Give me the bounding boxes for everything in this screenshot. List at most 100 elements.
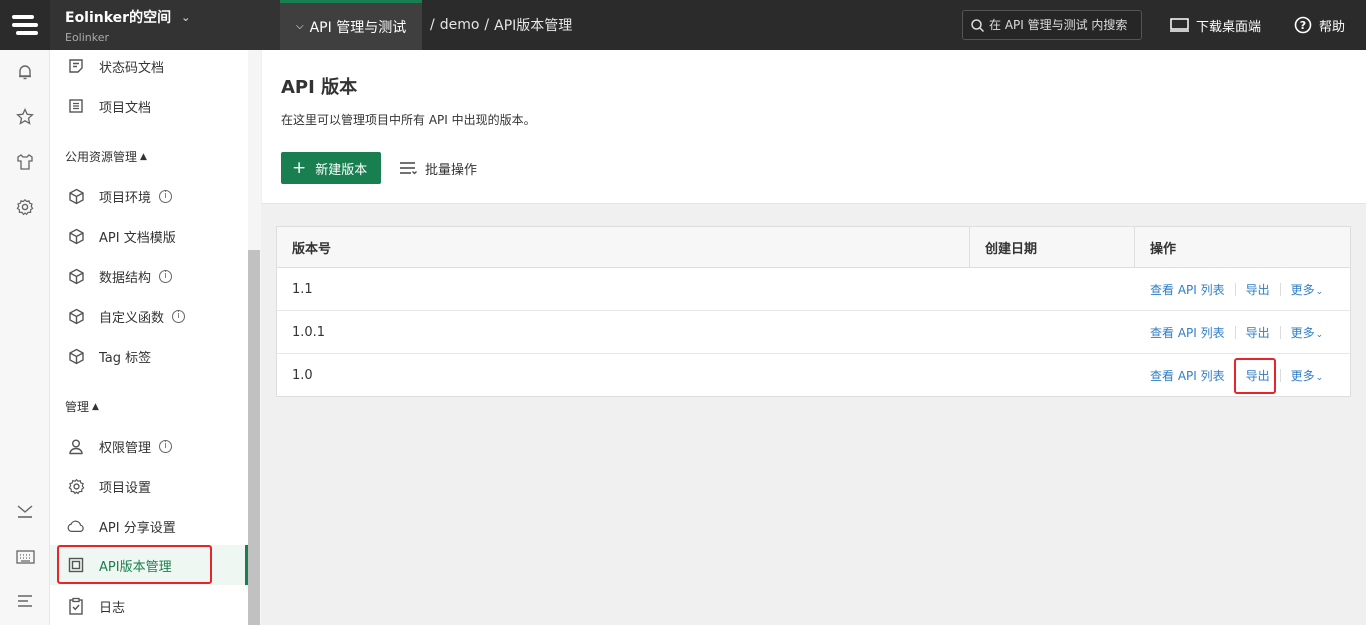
row-actions: 查看 API 列表 导出 更多⌄ [1150, 354, 1323, 396]
info-icon[interactable]: i [159, 269, 173, 283]
breadcrumb: / demo / API版本管理 [430, 0, 577, 50]
bell-icon[interactable] [15, 62, 35, 82]
sidebar-item-permissions[interactable]: 权限管理 i [50, 426, 248, 466]
chevron-down-icon: ⌄ [1315, 372, 1324, 383]
sidebar-item-api-version-management[interactable]: API版本管理 [50, 545, 248, 585]
more-dropdown[interactable]: 更多⌄ [1291, 281, 1324, 298]
divider [1279, 368, 1281, 382]
list-doc-icon [67, 97, 85, 115]
gear-icon [67, 477, 85, 495]
chevron-down-icon: ⌵ [296, 21, 304, 32]
gear-icon[interactable] [15, 197, 35, 217]
cube-icon [67, 267, 85, 285]
sidebar-item-label: 日志 [99, 600, 126, 616]
divider [1234, 282, 1236, 296]
help-button[interactable]: ? 帮助 [1294, 0, 1345, 50]
sidebar-scrollbar-thumb[interactable] [248, 250, 260, 625]
sidebar-item-tag[interactable]: Tag 标签 [50, 336, 248, 376]
info-icon[interactable]: i [172, 309, 186, 323]
batch-operation-button[interactable]: 批量操作 [399, 152, 477, 184]
version-table: 版本号 创建日期 操作 1.1 查看 API 列表 导出 更多⌄ 1.0.1 查… [276, 226, 1351, 397]
user-icon [67, 437, 85, 455]
sidebar-item-project-doc[interactable]: 项目文档 [50, 86, 248, 126]
view-api-list-link[interactable]: 查看 API 列表 [1150, 324, 1225, 341]
workspace-sub: Eolinker [65, 31, 110, 44]
more-dropdown[interactable]: 更多⌄ [1291, 367, 1324, 384]
sidebar-item-label: 数据结构 [99, 270, 152, 286]
export-link[interactable]: 导出 [1246, 324, 1270, 341]
divider [1279, 282, 1281, 296]
column-header-created-date: 创建日期 [970, 227, 1135, 267]
icon-rail [0, 50, 50, 625]
view-api-list-link[interactable]: 查看 API 列表 [1150, 367, 1225, 384]
export-link[interactable]: 导出 [1246, 367, 1270, 384]
version-cell: 1.0.1 [292, 324, 326, 340]
caret-up-icon: ▲ [92, 401, 99, 412]
project-sidebar: 状态码文档 项目文档 公用资源管理 ▲ 项目环境 i API 文档模版 数据结构 … [50, 50, 261, 625]
eolinker-logo[interactable] [0, 0, 50, 50]
cube-icon [67, 187, 85, 205]
sidebar-item-label: Tag 标签 [99, 350, 152, 366]
info-icon[interactable]: i [159, 189, 173, 203]
copy-icon [67, 556, 85, 574]
breadcrumb-demo[interactable]: demo [440, 17, 480, 33]
caret-up-icon: ▲ [140, 151, 147, 162]
sidebar-item-status-code-doc[interactable]: 状态码文档 [50, 50, 248, 86]
project-tab[interactable]: ⌵ API 管理与测试 [280, 0, 422, 50]
help-icon: ? [1294, 16, 1312, 34]
new-version-label: 新建版本 [315, 162, 368, 178]
group-title-public-resources[interactable]: 公用资源管理 ▲ [65, 148, 147, 165]
more-dropdown[interactable]: 更多⌄ [1291, 324, 1324, 341]
column-header-actions: 操作 [1150, 241, 1177, 257]
search-input[interactable] [989, 18, 1139, 32]
chevron-down-icon: ⌄ [181, 10, 191, 24]
star-icon[interactable] [15, 107, 35, 127]
divider [1234, 368, 1236, 382]
search-box[interactable] [962, 10, 1142, 40]
project-tab-label: API 管理与测试 [309, 19, 407, 36]
cube-icon [67, 347, 85, 365]
chevron-down-icon: ⌄ [1315, 286, 1324, 297]
shirt-icon[interactable] [15, 152, 35, 172]
more-label: 更多 [1290, 282, 1315, 297]
svg-text:?: ? [1300, 19, 1306, 32]
table-row: 1.1 查看 API 列表 导出 更多⌄ [277, 268, 1350, 311]
doc-icon [67, 57, 85, 75]
more-label: 更多 [1290, 325, 1315, 340]
sidebar-item-label: 自定义函数 [99, 310, 165, 326]
view-api-list-link[interactable]: 查看 API 列表 [1150, 281, 1225, 298]
menu-icon[interactable] [15, 592, 35, 612]
sidebar-item-logs[interactable]: 日志 [50, 586, 248, 625]
sidebar-item-custom-function[interactable]: 自定义函数 i [50, 296, 248, 336]
table-row: 1.0 查看 API 列表 导出 更多⌄ [277, 354, 1350, 397]
batch-list-icon [400, 162, 417, 175]
download-desktop-button[interactable]: 下载桌面端 [1170, 0, 1261, 50]
chevron-down-icon: ⌄ [1315, 329, 1324, 340]
sidebar-item-label: API版本管理 [99, 559, 172, 575]
keyboard-icon[interactable] [15, 547, 35, 567]
sidebar-item-data-structure[interactable]: 数据结构 i [50, 256, 248, 296]
sidebar-item-label: 状态码文档 [99, 60, 165, 76]
search-icon [971, 18, 984, 32]
sidebar-item-label: API 分享设置 [99, 520, 176, 536]
sidebar-item-project-settings[interactable]: 项目设置 [50, 466, 248, 506]
sidebar-item-label: API 文档模版 [99, 230, 176, 246]
plus-icon: + [292, 157, 307, 178]
info-icon[interactable]: i [159, 439, 173, 453]
group-title-management[interactable]: 管理 ▲ [65, 398, 99, 415]
workspace-switcher[interactable]: Eolinker的空间 ⌄ Eolinker [50, 0, 280, 50]
collapse-icon[interactable] [15, 502, 35, 522]
sidebar-item-api-share-settings[interactable]: API 分享设置 [50, 506, 248, 546]
group-title-label: 管理 [65, 400, 90, 414]
export-link[interactable]: 导出 [1246, 281, 1270, 298]
group-title-label: 公用资源管理 [65, 150, 138, 164]
sidebar-item-api-doc-template[interactable]: API 文档模版 [50, 216, 248, 256]
new-version-button[interactable]: + 新建版本 [281, 152, 381, 184]
sidebar-item-label: 项目文档 [99, 100, 152, 116]
table-row: 1.0.1 查看 API 列表 导出 更多⌄ [277, 311, 1350, 354]
sidebar-item-label: 项目环境 [99, 190, 152, 206]
cloud-icon [67, 517, 85, 535]
page-description: 在这里可以管理项目中所有 API 中出现的版本。 [281, 113, 536, 127]
sidebar-item-project-env[interactable]: 项目环境 i [50, 176, 248, 216]
sidebar-item-label: 权限管理 [99, 440, 152, 456]
